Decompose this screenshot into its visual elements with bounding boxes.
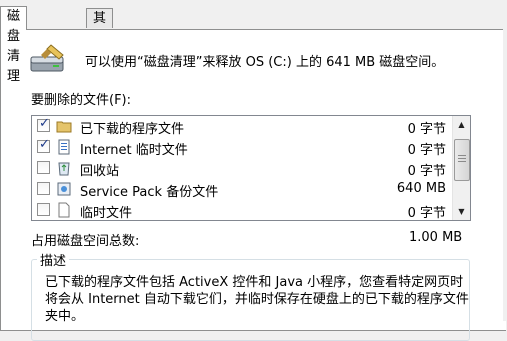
grip-line [458,158,466,159]
files-listbox[interactable]: ✓ 已下载的程序文件 0 字节 ✓ Internet 临时文件 0 字节 回收站… [31,115,471,221]
file-size: 0 字节 [407,206,446,221]
files-to-delete-label: 要删除的文件(F): [31,93,132,108]
list-item[interactable]: 临时文件 0 字节 [32,200,452,221]
file-size: 0 字节 [407,122,446,137]
file-name: 回收站 [80,164,120,179]
checkbox[interactable]: ✓ [37,116,50,132]
file-name: 已下载的程序文件 [80,122,185,137]
checkbox[interactable]: ✓ [37,137,50,153]
document-icon [56,139,72,155]
file-size: 0 字节 [407,164,446,179]
check-icon: ✓ [39,137,50,152]
drive-cleanup-icon [29,43,69,87]
file-name: Internet 临时文件 [80,143,188,158]
file-size: 0 字节 [407,143,446,158]
file-size: 640 MB [396,181,446,196]
checkbox[interactable] [37,182,50,195]
disk-cleanup-panel: 可以使用“磁盘清理”来释放 OS (C:) 上的 641 MB 磁盘空间。 要删… [0,29,506,341]
list-item[interactable]: ✓ 已下载的程序文件 0 字节 [32,116,452,137]
vertical-scrollbar[interactable]: ▲ ▼ [452,116,470,220]
scroll-up-icon[interactable]: ▲ [453,116,470,133]
description-title: 描述 [37,250,70,269]
service-pack-icon [56,181,72,197]
list-item[interactable]: 回收站 0 字节 [32,158,452,179]
total-space-value: 1.00 MB [409,230,463,245]
tab-disk-cleanup[interactable]: 磁盘清理 [0,6,28,84]
total-space-label: 占用磁盘空间总数: [31,234,140,249]
file-name: Service Pack 备份文件 [80,185,219,200]
list-item[interactable]: Service Pack 备份文件 640 MB [32,179,452,200]
checkbox[interactable] [37,161,50,174]
description-text: 已下载的程序文件包括 ActiveX 控件和 Java 小程序，您查看特定网页时… [45,275,469,324]
scroll-thumb[interactable] [454,139,470,181]
check-icon: ✓ [39,116,50,131]
list-item[interactable]: ✓ Internet 临时文件 0 字节 [32,137,452,158]
grip-line [458,161,466,162]
tab-label: 磁盘清理 [7,9,21,84]
checkbox[interactable] [37,203,50,216]
tab-more-options[interactable]: 其他选项 [86,8,114,86]
header-text: 可以使用“磁盘清理”来释放 OS (C:) 上的 641 MB 磁盘空间。 [85,55,445,70]
recycle-bin-icon [56,160,72,176]
file-icon [56,202,72,218]
file-name: 临时文件 [80,206,133,221]
folder-icon [56,118,72,134]
window-edge [503,0,507,321]
scroll-down-icon[interactable]: ▼ [453,203,470,220]
grip-line [458,155,466,156]
